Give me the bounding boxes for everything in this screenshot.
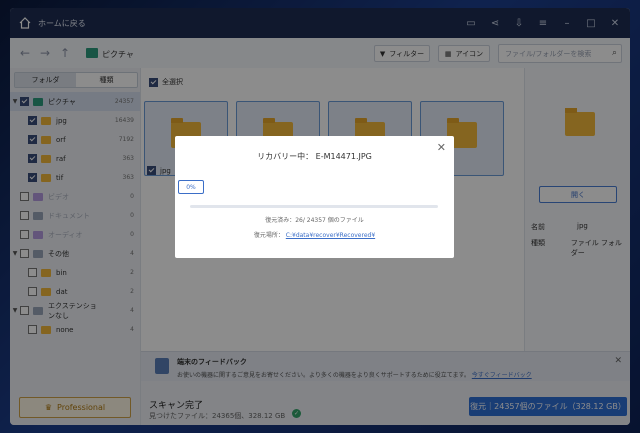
- recovery-title: リカバリー中： E-M14471.JPG: [257, 152, 372, 161]
- recovery-dialog: ✕ リカバリー中： E-M14471.JPG 0% 復元済み：26/ 24357…: [175, 136, 454, 258]
- recovery-location: 復元場所： C:¥data¥recover¥Recovered¥: [175, 230, 454, 239]
- progress-percent: 0%: [178, 180, 204, 194]
- progress-bar: [190, 205, 438, 208]
- location-path-link[interactable]: C:¥data¥recover¥Recovered¥: [286, 232, 375, 239]
- location-label: 復元場所：: [253, 232, 284, 239]
- recovered-count: 復元済み：26/ 24357 個のファイル: [265, 217, 364, 224]
